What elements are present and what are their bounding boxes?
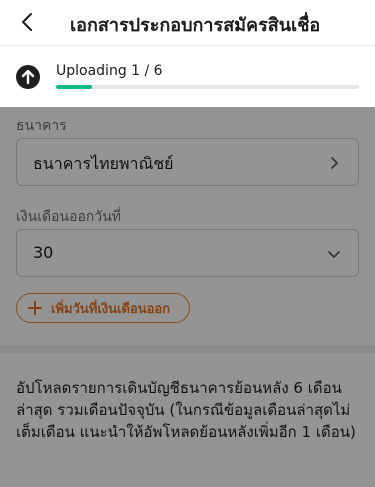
chevron-left-icon[interactable] — [16, 10, 40, 34]
upload-progress-banner: Uploading 1 / 6 — [0, 47, 375, 107]
upload-arrow-icon — [16, 65, 40, 89]
bank-select[interactable]: ธนาคารไทยพาณิชย์ — [16, 138, 359, 186]
add-salary-day-button[interactable]: เพิ่มวันที่เงินเดือนออก — [16, 293, 190, 323]
upload-status-text: Uploading 1 / 6 — [56, 63, 163, 79]
salary-day-value: 30 — [33, 243, 54, 262]
salary-day-select[interactable]: 30 — [16, 229, 359, 277]
chevron-down-icon — [328, 251, 340, 258]
upload-progress-fill — [56, 85, 93, 89]
form-content: ธนาคาร ธนาคารไทยพาณิชย์ เงินเดือนออกวันท… — [0, 107, 375, 487]
plus-icon — [28, 301, 42, 315]
page-title: เอกสารประกอบการสมัครสินเชื่อ — [70, 15, 321, 36]
upload-instructions: อัปโหลดรายการเดินบัญชีธนาคารย้อนหลัง 6 เ… — [16, 379, 356, 441]
upload-progress-track — [56, 85, 359, 89]
section-divider — [0, 345, 375, 353]
add-salary-day-label: เพิ่มวันที่เงินเดือนออก — [51, 301, 171, 317]
salary-day-label: เงินเดือนออกวันที่ — [16, 209, 121, 225]
bank-select-value: ธนาคารไทยพาณิชย์ — [33, 154, 174, 173]
top-bar: เอกสารประกอบการสมัครสินเชื่อ — [0, 0, 375, 46]
bank-label: ธนาคาร — [16, 118, 67, 134]
chevron-right-icon — [331, 157, 338, 169]
